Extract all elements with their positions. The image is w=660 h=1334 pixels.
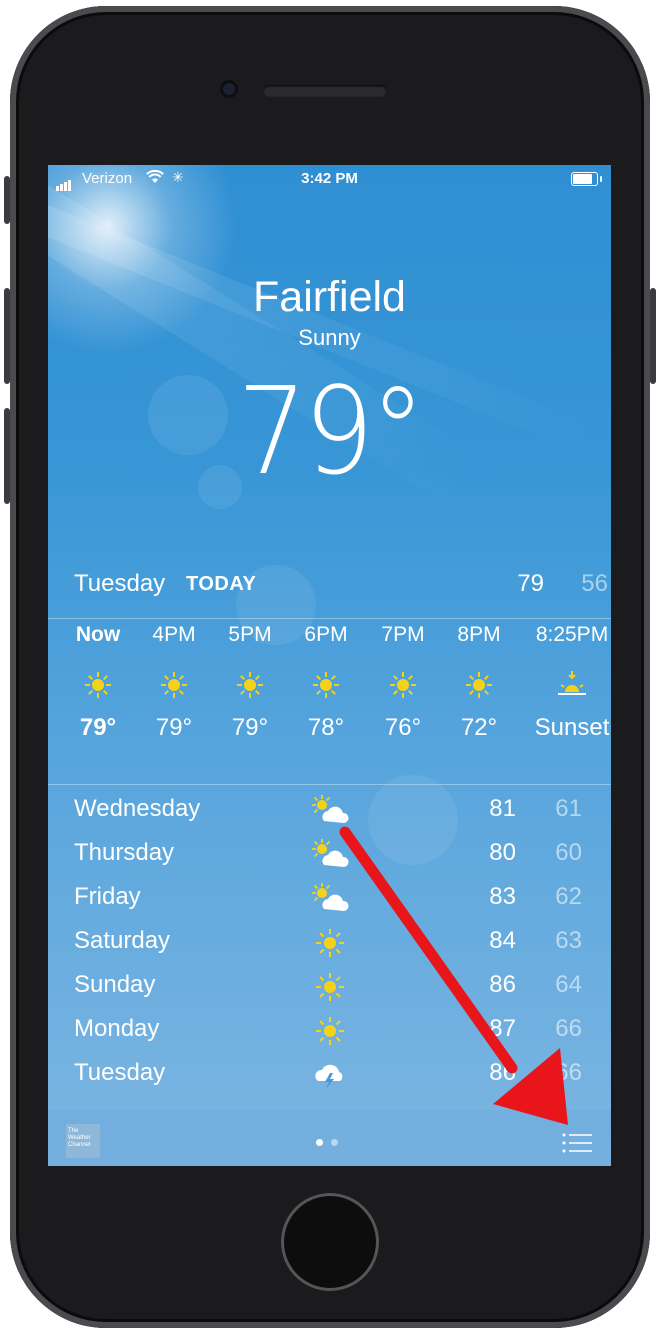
hour-time: 6PM: [304, 623, 348, 646]
sun-icon: [210, 670, 290, 714]
current-condition: Sunny: [298, 325, 361, 350]
page-indicator[interactable]: [316, 1133, 346, 1151]
hourly-item: 5PM 79°: [210, 620, 290, 742]
page-dot-active: [316, 1139, 323, 1146]
hour-time: 4PM: [152, 623, 196, 646]
sun-icon: [363, 670, 443, 714]
day-high: 80: [489, 839, 516, 866]
today-day: Tuesday: [74, 570, 166, 597]
home-button[interactable]: [281, 1193, 379, 1291]
hourly-item: 4PM 79°: [134, 620, 214, 742]
hour-time: 7PM: [381, 623, 425, 646]
day-name: Friday: [74, 883, 141, 910]
sun-icon: [58, 670, 138, 714]
city-name: Fairfield: [253, 273, 406, 321]
hourly-item: 7PM 76°: [363, 620, 443, 742]
hourly-item: 8:25PM Sunset: [527, 620, 611, 742]
sun-icon: [310, 969, 350, 1005]
mute-switch: [4, 176, 10, 224]
daily-row: Wednesday 81 61: [48, 793, 611, 833]
daily-row: Saturday 84 63: [48, 925, 611, 965]
hour-temperature: 78°: [307, 714, 345, 741]
day-low: 62: [555, 883, 582, 910]
status-time: 3:42 PM: [301, 170, 358, 187]
partly-cloudy-icon: [310, 881, 350, 917]
sun-icon: [310, 1013, 350, 1049]
hour-time: 5PM: [228, 623, 272, 646]
day-low: 63: [555, 927, 582, 954]
hour-temperature: 79°: [155, 714, 193, 741]
sun-icon: [134, 670, 214, 714]
hour-temperature: 79°: [79, 714, 117, 741]
earpiece-speaker: [263, 85, 387, 97]
today-summary: Tuesday TODAY 79 56: [74, 570, 611, 610]
hour-temperature: Sunset: [534, 714, 610, 741]
bottom-toolbar: The Weather Channel: [48, 1110, 611, 1166]
list-icon: [562, 1133, 592, 1153]
daily-row: Friday 83 62: [48, 881, 611, 921]
status-bar: Verizon ✳ 3:42 PM: [48, 165, 611, 193]
day-low: 64: [555, 971, 582, 998]
hour-temperature: 72°: [460, 714, 498, 741]
daily-row: Tuesday 86 66: [48, 1057, 611, 1097]
weather-channel-logo[interactable]: The Weather Channel: [66, 1124, 100, 1158]
front-camera: [220, 80, 238, 98]
divider: [48, 618, 611, 619]
day-low: 61: [555, 795, 582, 822]
day-name: Tuesday: [74, 1059, 166, 1086]
day-name: Monday: [74, 1015, 160, 1042]
daily-row: Monday 87 66: [48, 1013, 611, 1053]
page-dot: [331, 1139, 338, 1146]
day-high: 86: [489, 971, 516, 998]
hourly-forecast[interactable]: Now 79° 4PM 79° 5PM 79° 6PM 78° 7PM 76° …: [48, 620, 611, 785]
today-high: 79: [517, 570, 544, 597]
day-low: 66: [555, 1059, 582, 1086]
day-high: 83: [489, 883, 516, 910]
weather-screen: Verizon ✳ 3:42 PM Fairfield Sunny 79° Tu…: [48, 165, 611, 1166]
day-low: 60: [555, 839, 582, 866]
day-name: Sunday: [74, 971, 156, 998]
power-button: [650, 288, 656, 384]
hour-temperature: 76°: [384, 714, 422, 741]
hour-temperature: 79°: [231, 714, 269, 741]
hourly-item: 6PM 78°: [286, 620, 366, 742]
day-name: Saturday: [74, 927, 171, 954]
day-low: 66: [555, 1015, 582, 1042]
divider: [48, 784, 611, 785]
day-name: Thursday: [74, 839, 175, 866]
day-high: 86: [489, 1059, 516, 1086]
sun-icon: [310, 925, 350, 961]
hour-time: 8:25PM: [535, 623, 609, 646]
hour-time: 8PM: [457, 623, 501, 646]
partly-cloudy-icon: [310, 837, 350, 873]
volume-up-button: [4, 288, 10, 384]
volume-down-button: [4, 408, 10, 504]
today-low: 56: [581, 570, 608, 597]
hourly-item: Now 79°: [58, 620, 138, 742]
partly-cloudy-icon: [310, 793, 350, 829]
hour-time: Now: [75, 623, 121, 646]
day-name: Wednesday: [74, 795, 201, 822]
current-temperature: 79°: [237, 363, 425, 502]
sun-icon: [439, 670, 519, 714]
day-high: 87: [489, 1015, 516, 1042]
daily-row: Thursday 80 60: [48, 837, 611, 877]
sun-icon: [286, 670, 366, 714]
day-high: 84: [489, 927, 516, 954]
battery-icon: [571, 172, 602, 186]
day-high: 81: [489, 795, 516, 822]
hourly-item: 8PM 72°: [439, 620, 519, 742]
city-list-button[interactable]: [561, 1130, 593, 1156]
today-label: TODAY: [186, 573, 257, 595]
daily-row: Sunday 86 64: [48, 969, 611, 1009]
sunset-icon: [527, 670, 611, 714]
thunderstorm-icon: [310, 1057, 350, 1093]
